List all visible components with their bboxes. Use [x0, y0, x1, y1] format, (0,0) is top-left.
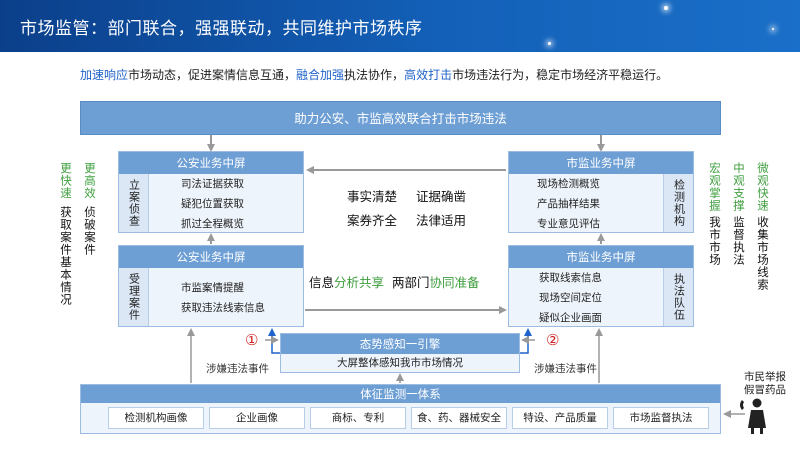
intro-highlight-2: 融合加强 [296, 68, 345, 82]
intro-text-3: 市场违法行为，稳定市场经济平稳运行。 [452, 68, 669, 82]
situation-engine: 态势感知一引擎 大屏整体感知我市市场情况 [280, 333, 520, 373]
right-event-label: 涉嫌违法事件 [534, 363, 597, 375]
system-chip: 市场监督执法 [613, 407, 709, 429]
police-panel-bottom-lines: 市监案情提醒 获取违法线索信息 [181, 268, 265, 326]
police-panel-top-side: 立案侦查 [119, 174, 149, 232]
phone-icon [740, 400, 744, 410]
police-panel-bottom-side: 受理案件 [119, 268, 149, 326]
list-item: 获取违法线索信息 [181, 301, 265, 314]
list-item: 司法证据获取 [181, 177, 244, 190]
list-item: 现场空间定位 [539, 291, 602, 304]
marker-one: ① [245, 331, 259, 349]
marker-two: ② [546, 331, 560, 349]
system-chip: 商标、专利 [310, 407, 406, 429]
left-col2-green: 更高效 [83, 162, 97, 200]
right-col1-black: 我市市场 [708, 216, 722, 266]
list-item: 产品抽样结果 [537, 197, 600, 210]
sparkle-decoration [548, 42, 551, 45]
intro-text: 加速响应市场动态，促进案情信息互通，融合加强执法协作，高效打击市场违法行为，稳定… [80, 66, 668, 83]
system-chip: 企业画像 [209, 407, 305, 429]
center-text-r1a: 事实清楚 [347, 189, 398, 204]
system-chip: 检测机构画像 [108, 407, 204, 429]
police-panel-bottom-title: 公安业务中屏 [119, 246, 303, 268]
police-panel-top-title: 公安业务中屏 [119, 152, 303, 174]
citizen-report-label: 市民举报 假冒药品 [736, 371, 794, 397]
diagram-stage: 市场监管：部门联合，强强联动，共同维护市场秩序 加速响应市场动态，促进案情信息互… [0, 0, 800, 450]
center-text-r1b: 证据确凿 [416, 189, 467, 204]
engine-subtitle: 大屏整体感知我市市场情况 [337, 357, 463, 369]
center-text-r3-pre: 信息 [309, 275, 335, 290]
market-panel-top: 市监业务中屏 检测机构 现场检测概览 产品抽样结果 专业意见评估 [508, 151, 694, 233]
left-event-label: 涉嫌违法事件 [206, 363, 269, 375]
list-item: 现场检测概览 [537, 177, 600, 190]
market-panel-bottom-title: 市监业务中屏 [509, 246, 693, 268]
market-panel-top-title: 市监业务中屏 [509, 152, 693, 174]
engine-connector [520, 328, 532, 354]
center-text-r2b: 法律适用 [416, 213, 467, 228]
center-text-r3-green: 分析共享 [334, 275, 385, 290]
goal-banner: 助力公安、市监高效联合打击市场违法 [80, 101, 721, 135]
citizen-label-line2: 假冒药品 [744, 384, 786, 396]
system-chip: 食、药、器械安全 [411, 407, 507, 429]
market-panel-top-side: 检测机构 [663, 174, 693, 232]
market-panel-bottom-side: 执法队伍 [663, 268, 693, 326]
engine-title: 态势感知一引擎 [281, 334, 519, 354]
left-col2-black: 侦破案件 [83, 206, 97, 256]
police-panel-bottom: 公安业务中屏 受理案件 市监案情提醒 获取违法线索信息 [118, 245, 304, 327]
list-item: 市监案情提醒 [181, 281, 244, 294]
intro-highlight-3: 高效打击 [404, 68, 453, 82]
list-item: 获取线索信息 [539, 271, 602, 284]
system-chip: 特设、产品质量 [512, 407, 608, 429]
list-item: 疑似企业画面 [539, 311, 602, 324]
market-panel-top-lines: 现场检测概览 产品抽样结果 专业意见评估 [537, 174, 600, 232]
center-text-r3-green2: 协同准备 [429, 275, 480, 290]
left-col1-black: 获取案件基本情况 [59, 206, 73, 306]
market-panel-bottom-lines: 获取线索信息 现场空间定位 疑似企业画面 [539, 268, 602, 326]
center-text-r3-mid: 两部门 [391, 275, 430, 290]
list-item: 抓过全程概览 [181, 217, 244, 230]
system-title: 体征监测一体系 [81, 385, 720, 403]
right-col3-green: 微观快速 [756, 162, 770, 212]
sparkle-decoration [664, 6, 668, 10]
left-col1-green: 更快速 [59, 162, 73, 200]
right-col2-green: 中观支撑 [732, 162, 746, 212]
intro-highlight-1: 加速响应 [80, 68, 129, 82]
right-col1-green: 宏观掌握 [708, 162, 722, 212]
title-bar: 市场监管：部门联合，强强联动，共同维护市场秩序 [0, 0, 800, 52]
intro-text-1: 市场动态，促进案情信息互通， [128, 68, 297, 82]
engine-connector [268, 328, 280, 354]
monitoring-system: 体征监测一体系 检测机构画像 企业画像 商标、专利 食、药、器械安全 特设、产品… [80, 384, 721, 434]
market-panel-bottom: 市监业务中屏 执法队伍 获取线索信息 现场空间定位 疑似企业画面 [508, 245, 694, 327]
list-item: 专业意见评估 [537, 217, 600, 230]
intro-text-2: 执法协作， [344, 68, 405, 82]
police-panel-top-lines: 司法证据获取 疑犯位置获取 抓过全程概览 [181, 174, 244, 232]
list-item: 疑犯位置获取 [181, 197, 244, 210]
center-text-r3-gap [384, 275, 392, 290]
citizen-label-line1: 市民举报 [744, 371, 786, 383]
center-text-r3: 信息分析共享 两部门协同准备 [309, 272, 480, 291]
center-text-r2a: 案券齐全 [347, 213, 398, 228]
right-col2-black: 监督执法 [732, 216, 746, 266]
citizen-icon [748, 398, 766, 434]
sparkle-decoration [772, 28, 774, 30]
police-panel-top: 公安业务中屏 立案侦查 司法证据获取 疑犯位置获取 抓过全程概览 [118, 151, 304, 233]
page-title: 市场监管：部门联合，强强联动，共同维护市场秩序 [20, 19, 423, 39]
right-col3-black: 收集市场线索 [756, 216, 770, 291]
